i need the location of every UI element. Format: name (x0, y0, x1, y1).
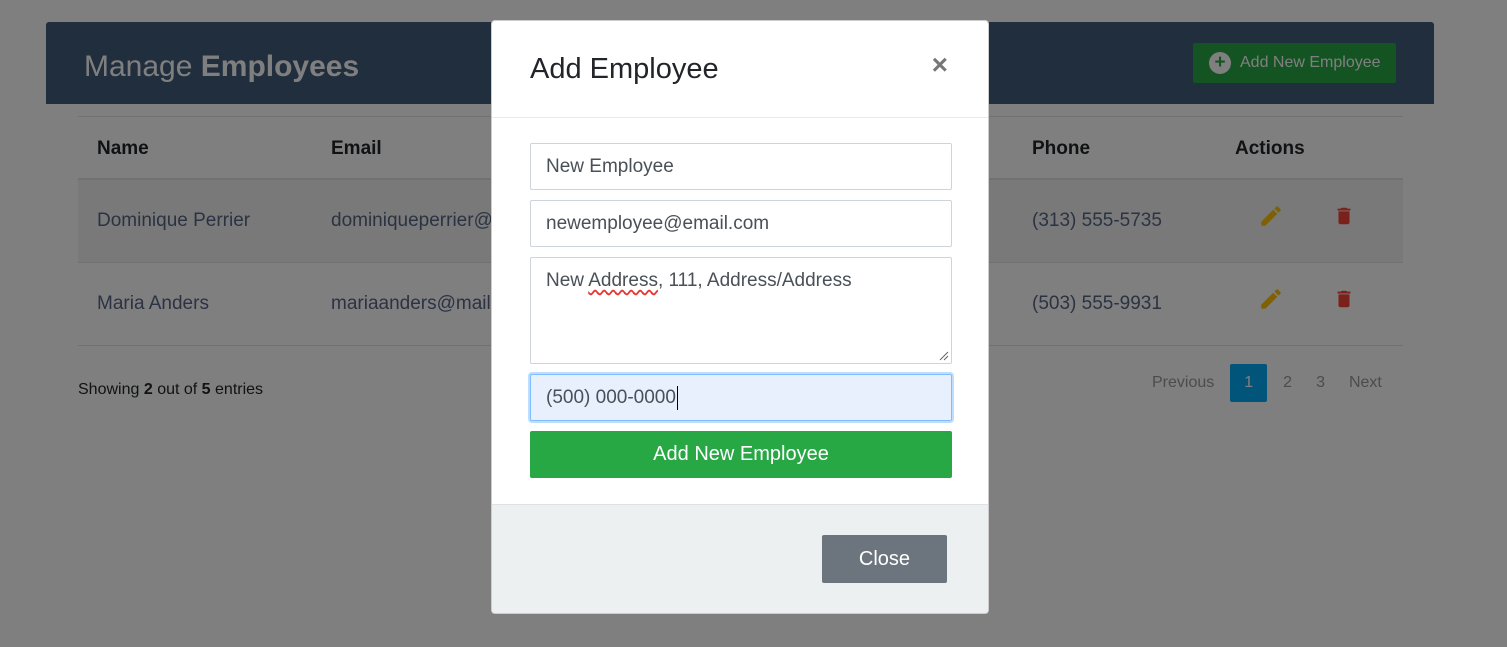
address-textarea[interactable]: New Address, 111, Address/Address (530, 257, 952, 364)
address-prefix: New (546, 270, 589, 291)
address-rest: , 111, Address/Address (657, 270, 852, 291)
email-input[interactable]: newemployee@email.com (530, 200, 952, 247)
modal-header: Add Employee × (492, 21, 988, 118)
email-input-value: newemployee@email.com (546, 212, 770, 234)
address-misspelled-word: Address (588, 270, 658, 291)
address-textarea-value: New Address, 111, Address/Address (546, 270, 852, 292)
phone-input[interactable]: (500) 000-0000 (530, 374, 952, 421)
modal-footer: Close (492, 504, 988, 613)
add-employee-modal: Add Employee × New Employee newemployee@… (491, 20, 989, 614)
text-caret (676, 385, 678, 410)
resize-handle-icon[interactable] (939, 351, 949, 361)
add-new-employee-submit-button[interactable]: Add New Employee (530, 431, 952, 478)
name-input[interactable]: New Employee (530, 143, 952, 190)
close-button[interactable]: Close (822, 535, 947, 583)
modal-title: Add Employee (530, 53, 719, 85)
name-input-value: New Employee (546, 155, 674, 177)
modal-body: New Employee newemployee@email.com New A… (530, 143, 952, 478)
close-icon[interactable]: × (932, 49, 948, 81)
phone-input-value: (500) 000-0000 (546, 386, 676, 408)
